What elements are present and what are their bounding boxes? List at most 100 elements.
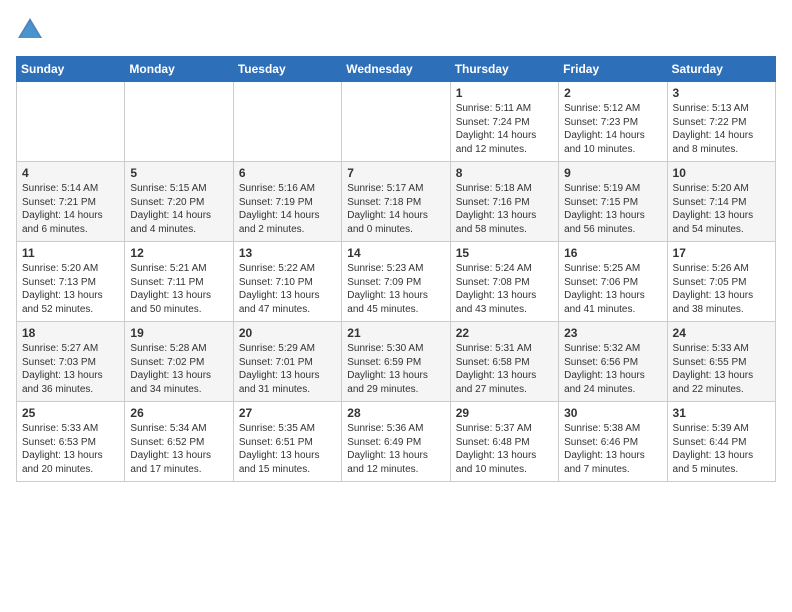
day-info: Sunrise: 5:33 AM Sunset: 6:53 PM Dayligh… xyxy=(22,422,119,476)
day-number: 29 xyxy=(456,406,553,420)
day-number: 8 xyxy=(456,166,553,180)
calendar-day-cell: 11 Sunrise: 5:20 AM Sunset: 7:13 PM Dayli… xyxy=(17,242,125,322)
day-header: Saturday xyxy=(667,57,775,82)
calendar-day-cell: 20 Sunrise: 5:29 AM Sunset: 7:01 PM Dayli… xyxy=(233,322,341,402)
logo-icon xyxy=(16,16,44,44)
logo xyxy=(16,16,48,44)
calendar-day-cell: 26 Sunrise: 5:34 AM Sunset: 6:52 PM Dayli… xyxy=(125,402,233,482)
day-number: 14 xyxy=(347,246,444,260)
day-number: 12 xyxy=(130,246,227,260)
day-number: 31 xyxy=(673,406,770,420)
day-info: Sunrise: 5:19 AM Sunset: 7:15 PM Dayligh… xyxy=(564,182,661,236)
calendar-day-cell: 15 Sunrise: 5:24 AM Sunset: 7:08 PM Dayli… xyxy=(450,242,558,322)
day-number: 18 xyxy=(22,326,119,340)
day-header: Friday xyxy=(559,57,667,82)
calendar-day-cell: 19 Sunrise: 5:28 AM Sunset: 7:02 PM Dayli… xyxy=(125,322,233,402)
day-info: Sunrise: 5:36 AM Sunset: 6:49 PM Dayligh… xyxy=(347,422,444,476)
day-number: 21 xyxy=(347,326,444,340)
day-number: 30 xyxy=(564,406,661,420)
day-number: 2 xyxy=(564,86,661,100)
day-info: Sunrise: 5:20 AM Sunset: 7:13 PM Dayligh… xyxy=(22,262,119,316)
calendar-day-cell: 1 Sunrise: 5:11 AM Sunset: 7:24 PM Daylig… xyxy=(450,82,558,162)
day-info: Sunrise: 5:22 AM Sunset: 7:10 PM Dayligh… xyxy=(239,262,336,316)
day-info: Sunrise: 5:39 AM Sunset: 6:44 PM Dayligh… xyxy=(673,422,770,476)
calendar-day-cell: 21 Sunrise: 5:30 AM Sunset: 6:59 PM Dayli… xyxy=(342,322,450,402)
calendar-week-row: 18 Sunrise: 5:27 AM Sunset: 7:03 PM Dayli… xyxy=(17,322,776,402)
day-info: Sunrise: 5:24 AM Sunset: 7:08 PM Dayligh… xyxy=(456,262,553,316)
day-number: 19 xyxy=(130,326,227,340)
day-number: 28 xyxy=(347,406,444,420)
day-number: 17 xyxy=(673,246,770,260)
day-info: Sunrise: 5:29 AM Sunset: 7:01 PM Dayligh… xyxy=(239,342,336,396)
day-info: Sunrise: 5:17 AM Sunset: 7:18 PM Dayligh… xyxy=(347,182,444,236)
calendar-day-cell: 7 Sunrise: 5:17 AM Sunset: 7:18 PM Daylig… xyxy=(342,162,450,242)
day-info: Sunrise: 5:15 AM Sunset: 7:20 PM Dayligh… xyxy=(130,182,227,236)
day-info: Sunrise: 5:12 AM Sunset: 7:23 PM Dayligh… xyxy=(564,102,661,156)
day-number: 11 xyxy=(22,246,119,260)
calendar-day-cell xyxy=(342,82,450,162)
calendar-day-cell xyxy=(233,82,341,162)
day-info: Sunrise: 5:32 AM Sunset: 6:56 PM Dayligh… xyxy=(564,342,661,396)
day-info: Sunrise: 5:34 AM Sunset: 6:52 PM Dayligh… xyxy=(130,422,227,476)
day-number: 6 xyxy=(239,166,336,180)
day-number: 15 xyxy=(456,246,553,260)
day-info: Sunrise: 5:33 AM Sunset: 6:55 PM Dayligh… xyxy=(673,342,770,396)
day-number: 27 xyxy=(239,406,336,420)
calendar-day-cell: 14 Sunrise: 5:23 AM Sunset: 7:09 PM Dayli… xyxy=(342,242,450,322)
calendar-header-row: SundayMondayTuesdayWednesdayThursdayFrid… xyxy=(17,57,776,82)
calendar-week-row: 1 Sunrise: 5:11 AM Sunset: 7:24 PM Daylig… xyxy=(17,82,776,162)
day-info: Sunrise: 5:35 AM Sunset: 6:51 PM Dayligh… xyxy=(239,422,336,476)
day-number: 20 xyxy=(239,326,336,340)
day-info: Sunrise: 5:21 AM Sunset: 7:11 PM Dayligh… xyxy=(130,262,227,316)
calendar-day-cell: 17 Sunrise: 5:26 AM Sunset: 7:05 PM Dayli… xyxy=(667,242,775,322)
day-info: Sunrise: 5:31 AM Sunset: 6:58 PM Dayligh… xyxy=(456,342,553,396)
calendar-day-cell: 2 Sunrise: 5:12 AM Sunset: 7:23 PM Daylig… xyxy=(559,82,667,162)
day-number: 16 xyxy=(564,246,661,260)
day-info: Sunrise: 5:37 AM Sunset: 6:48 PM Dayligh… xyxy=(456,422,553,476)
page-header xyxy=(16,16,776,44)
day-number: 22 xyxy=(456,326,553,340)
day-header: Monday xyxy=(125,57,233,82)
day-info: Sunrise: 5:20 AM Sunset: 7:14 PM Dayligh… xyxy=(673,182,770,236)
calendar-day-cell: 23 Sunrise: 5:32 AM Sunset: 6:56 PM Dayli… xyxy=(559,322,667,402)
day-number: 25 xyxy=(22,406,119,420)
day-header: Sunday xyxy=(17,57,125,82)
day-number: 13 xyxy=(239,246,336,260)
day-number: 1 xyxy=(456,86,553,100)
day-number: 24 xyxy=(673,326,770,340)
day-number: 10 xyxy=(673,166,770,180)
day-header: Wednesday xyxy=(342,57,450,82)
calendar-day-cell: 9 Sunrise: 5:19 AM Sunset: 7:15 PM Daylig… xyxy=(559,162,667,242)
day-info: Sunrise: 5:25 AM Sunset: 7:06 PM Dayligh… xyxy=(564,262,661,316)
calendar-day-cell: 10 Sunrise: 5:20 AM Sunset: 7:14 PM Dayli… xyxy=(667,162,775,242)
day-number: 9 xyxy=(564,166,661,180)
calendar-day-cell: 27 Sunrise: 5:35 AM Sunset: 6:51 PM Dayli… xyxy=(233,402,341,482)
day-number: 5 xyxy=(130,166,227,180)
calendar-day-cell: 18 Sunrise: 5:27 AM Sunset: 7:03 PM Dayli… xyxy=(17,322,125,402)
day-number: 26 xyxy=(130,406,227,420)
calendar-day-cell: 5 Sunrise: 5:15 AM Sunset: 7:20 PM Daylig… xyxy=(125,162,233,242)
day-info: Sunrise: 5:26 AM Sunset: 7:05 PM Dayligh… xyxy=(673,262,770,316)
day-header: Thursday xyxy=(450,57,558,82)
calendar-day-cell: 8Sunrise: 5:18 AM Sunset: 7:16 PM Daylig… xyxy=(450,162,558,242)
calendar-day-cell: 6 Sunrise: 5:16 AM Sunset: 7:19 PM Daylig… xyxy=(233,162,341,242)
calendar-day-cell: 30Sunrise: 5:38 AM Sunset: 6:46 PM Dayli… xyxy=(559,402,667,482)
calendar-week-row: 25 Sunrise: 5:33 AM Sunset: 6:53 PM Dayli… xyxy=(17,402,776,482)
day-info: Sunrise: 5:30 AM Sunset: 6:59 PM Dayligh… xyxy=(347,342,444,396)
day-info: Sunrise: 5:27 AM Sunset: 7:03 PM Dayligh… xyxy=(22,342,119,396)
calendar-table: SundayMondayTuesdayWednesdayThursdayFrid… xyxy=(16,56,776,482)
calendar-day-cell xyxy=(125,82,233,162)
day-info: Sunrise: 5:23 AM Sunset: 7:09 PM Dayligh… xyxy=(347,262,444,316)
day-number: 23 xyxy=(564,326,661,340)
day-info: Sunrise: 5:28 AM Sunset: 7:02 PM Dayligh… xyxy=(130,342,227,396)
calendar-day-cell: 22 Sunrise: 5:31 AM Sunset: 6:58 PM Dayli… xyxy=(450,322,558,402)
calendar-day-cell: 31 Sunrise: 5:39 AM Sunset: 6:44 PM Dayli… xyxy=(667,402,775,482)
day-info: Sunrise: 5:11 AM Sunset: 7:24 PM Dayligh… xyxy=(456,102,553,156)
calendar-day-cell: 24 Sunrise: 5:33 AM Sunset: 6:55 PM Dayli… xyxy=(667,322,775,402)
calendar-day-cell: 3Sunrise: 5:13 AM Sunset: 7:22 PM Daylig… xyxy=(667,82,775,162)
day-info: Sunrise: 5:16 AM Sunset: 7:19 PM Dayligh… xyxy=(239,182,336,236)
calendar-day-cell: 25 Sunrise: 5:33 AM Sunset: 6:53 PM Dayli… xyxy=(17,402,125,482)
day-number: 7 xyxy=(347,166,444,180)
day-info: Sunrise: 5:13 AM Sunset: 7:22 PM Dayligh… xyxy=(673,102,770,156)
calendar-day-cell: 28 Sunrise: 5:36 AM Sunset: 6:49 PM Dayli… xyxy=(342,402,450,482)
